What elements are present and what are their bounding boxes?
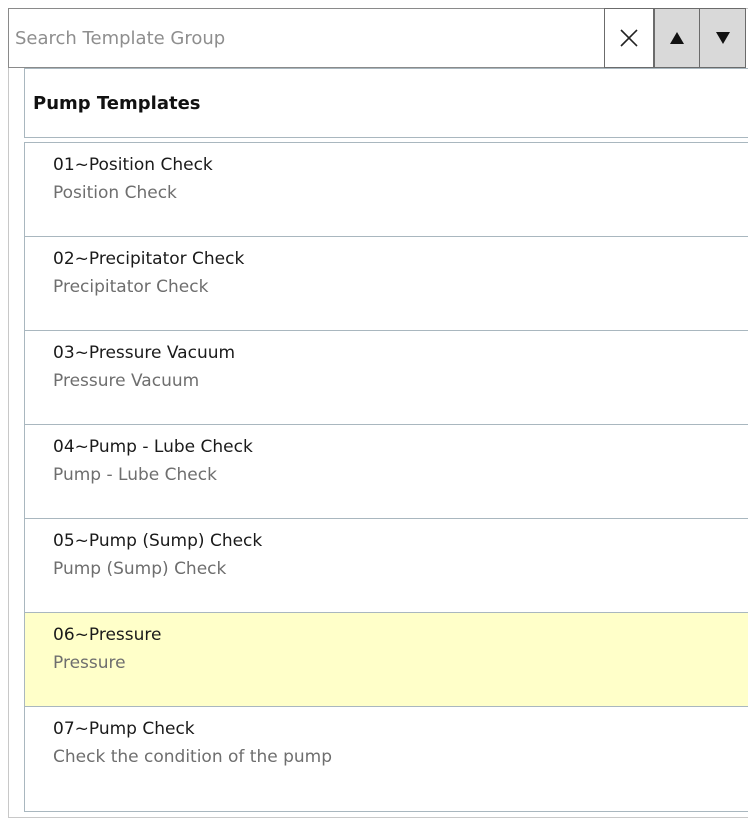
close-icon	[620, 29, 638, 47]
template-title: 04~Pump - Lube Check	[53, 437, 253, 457]
template-description: Pressure Vacuum	[53, 371, 200, 391]
template-row[interactable]: 05~Pump (Sump) Check Pump (Sump) Check	[25, 519, 748, 613]
group-title: Pump Templates	[33, 92, 201, 114]
search-bar	[8, 8, 748, 68]
triangle-down-icon	[715, 32, 730, 44]
template-description: Pump - Lube Check	[53, 465, 217, 485]
previous-button[interactable]	[654, 8, 700, 68]
clear-search-button[interactable]	[604, 8, 654, 68]
template-description: Check the condition of the pump	[53, 747, 333, 767]
template-title: 03~Pressure Vacuum	[53, 343, 236, 363]
template-title: 01~Position Check	[53, 155, 213, 175]
search-input[interactable]	[15, 18, 604, 58]
next-button[interactable]	[700, 8, 746, 68]
template-row[interactable]: 03~Pressure Vacuum Pressure Vacuum	[25, 331, 748, 425]
template-title: 05~Pump (Sump) Check	[53, 531, 263, 551]
template-row[interactable]: 02~Precipitator Check Precipitator Check	[25, 237, 748, 331]
template-description: Pressure	[53, 653, 126, 673]
template-row[interactable]: 01~Position Check Position Check	[25, 143, 748, 237]
template-description: Pump (Sump) Check	[53, 559, 227, 579]
template-row[interactable]: 06~Pressure Pressure	[25, 613, 748, 707]
template-row[interactable]: 07~Pump Check Check the condition of the …	[25, 707, 748, 801]
triangle-up-icon	[670, 32, 684, 44]
template-description: Position Check	[53, 183, 177, 203]
template-title: 02~Precipitator Check	[53, 249, 245, 269]
template-description: Precipitator Check	[53, 277, 209, 297]
group-header[interactable]: Pump Templates	[24, 68, 748, 138]
template-list: 01~Position Check Position Check 02~Precip…	[24, 142, 748, 812]
template-title: 07~Pump Check	[53, 719, 195, 739]
search-field[interactable]	[8, 8, 604, 68]
template-row[interactable]: 04~Pump - Lube Check Pump - Lube Check	[25, 425, 748, 519]
template-title: 06~Pressure	[53, 625, 162, 645]
